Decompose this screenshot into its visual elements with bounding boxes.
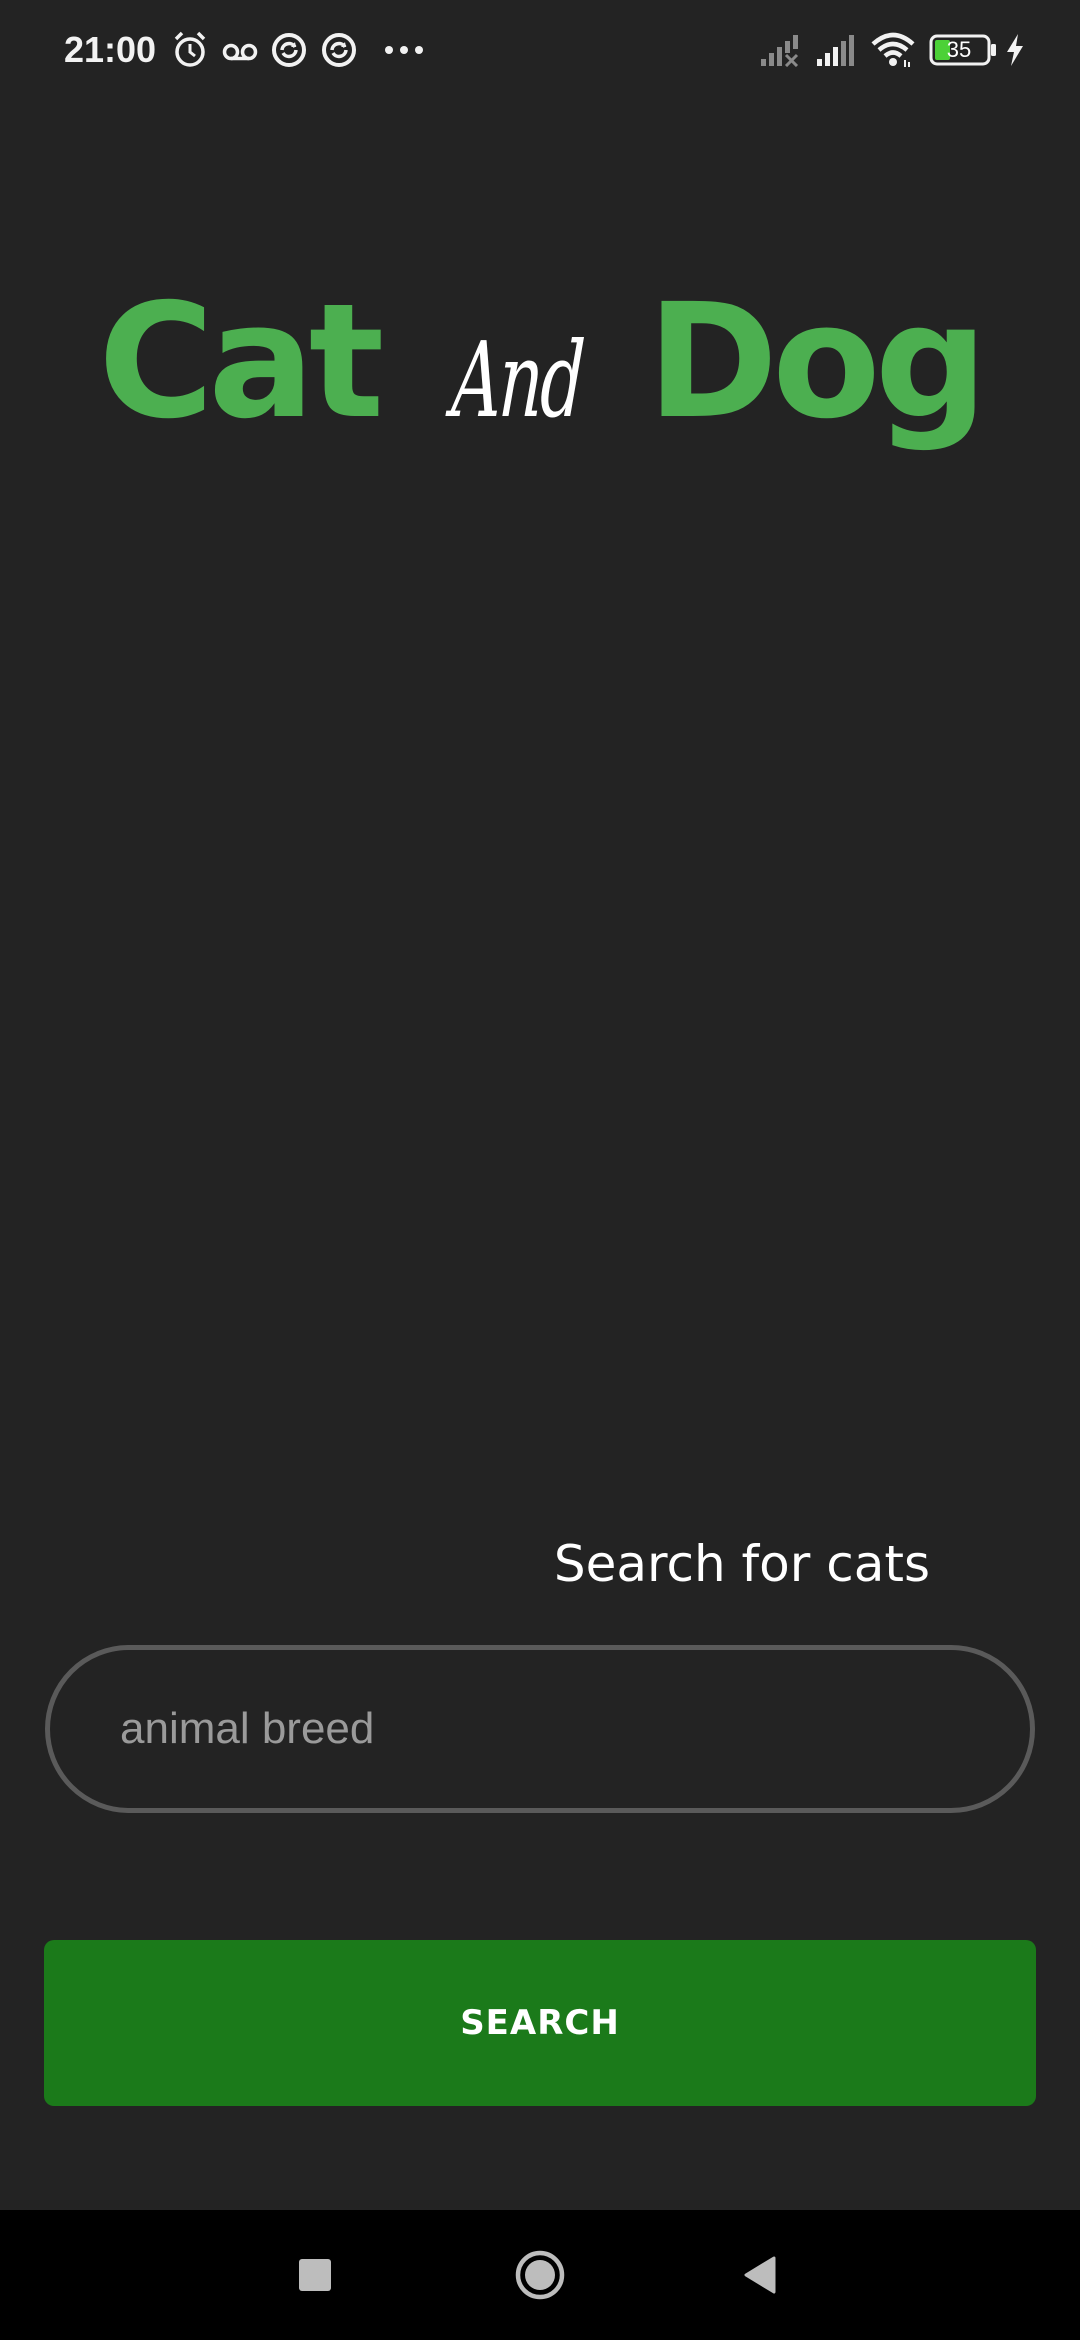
logo-word-cat: Cat: [98, 270, 384, 454]
logo-word-dog: Dog: [646, 270, 988, 454]
back-button[interactable]: [700, 2210, 820, 2340]
sync-icon: [268, 26, 310, 74]
status-time: 21:00: [64, 29, 157, 70]
logo-word-and: And: [449, 319, 586, 441]
recents-icon: [299, 2259, 331, 2291]
search-label: Search for cats: [553, 1535, 930, 1593]
status-bar: 21:00 35: [0, 0, 1080, 100]
recents-button[interactable]: [255, 2210, 375, 2340]
home-button[interactable]: [480, 2210, 600, 2340]
alarm-icon: [170, 26, 210, 74]
app-screen: 21:00 35 Cat And Dog Search for cats ani…: [0, 0, 1080, 2340]
voicemail-icon: [220, 26, 260, 74]
more-dots-icon: [382, 26, 426, 74]
signal-icon: [814, 26, 860, 74]
navigation-bar: [0, 2210, 1080, 2340]
app-logo: Cat And Dog: [0, 270, 1080, 470]
signal-no-service-icon: [758, 26, 804, 74]
back-icon: [744, 2256, 776, 2294]
battery-level: 35: [946, 37, 972, 62]
search-button[interactable]: SEARCH: [44, 1940, 1036, 2106]
charging-icon: [1000, 26, 1030, 74]
battery-icon: 35: [928, 26, 1000, 74]
wifi-icon: [868, 26, 918, 74]
home-icon: [515, 2250, 565, 2300]
sync-icon: [318, 26, 360, 74]
search-input[interactable]: [45, 1645, 1035, 1813]
